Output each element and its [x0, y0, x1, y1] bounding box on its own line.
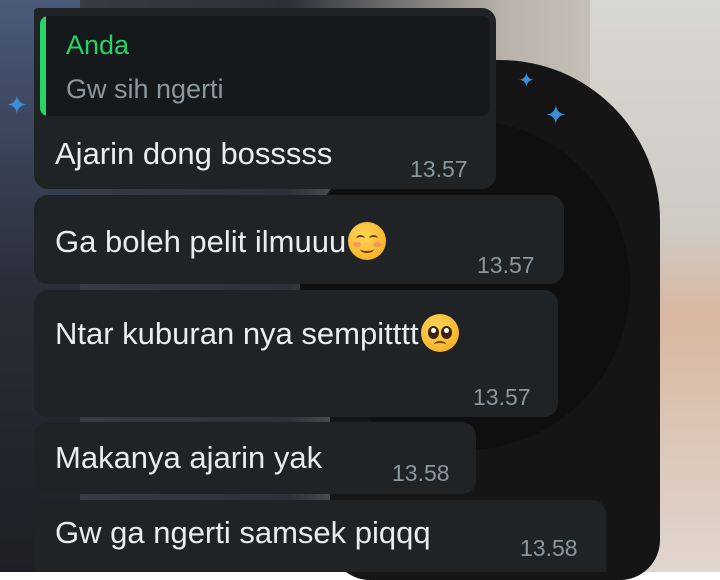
message-text: Makanya ajarin yak	[55, 440, 323, 475]
sparkle-decoration-icon: ✦	[545, 100, 567, 130]
message-text: Ajarin dong bosssss	[55, 136, 333, 171]
message-text-body: Ga boleh pelit ilmuuu	[55, 224, 347, 259]
quote-author: Anda	[66, 30, 130, 60]
message-time: 13.57	[410, 156, 468, 182]
quoted-reply[interactable]: Anda Gw sih ngerti	[40, 16, 490, 116]
message-time: 13.58	[392, 460, 450, 486]
message-text-body: Ntar kuburan nya sempitttt	[55, 316, 419, 351]
quote-accent-bar	[40, 16, 46, 116]
message-time: 13.57	[477, 252, 535, 278]
sparkle-decoration-icon: ✦	[6, 90, 28, 120]
message-time: 13.58	[520, 535, 578, 561]
quote-text: Gw sih ngerti	[66, 74, 224, 104]
sparkle-decoration-icon: ✦	[518, 70, 535, 92]
message-text: Gw ga ngerti samsek piqqq	[55, 515, 431, 550]
message-text: Ga boleh pelit ilmuuu	[55, 222, 387, 260]
pleading-face-emoji-icon	[420, 314, 459, 352]
message-time: 13.57	[473, 384, 531, 410]
message-text: Ntar kuburan nya sempitttt	[55, 314, 459, 352]
relieved-face-emoji-icon	[348, 222, 387, 260]
